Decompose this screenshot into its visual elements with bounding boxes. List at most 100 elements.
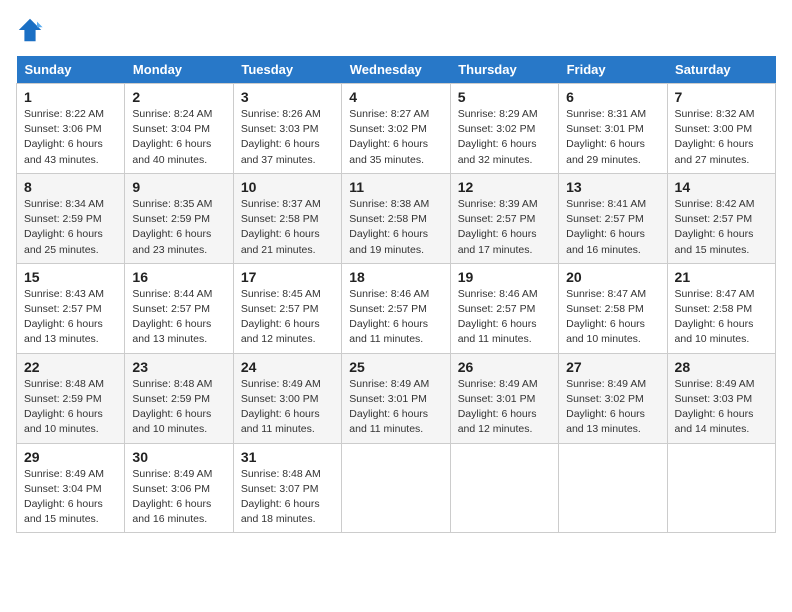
day-info: Sunrise: 8:32 AM Sunset: 3:00 PM Dayligh… <box>675 107 768 168</box>
daylight-label: Daylight: 6 hours and 29 minutes. <box>566 138 645 165</box>
daylight-label: Daylight: 6 hours and 21 minutes. <box>241 228 320 255</box>
logo <box>16 16 48 44</box>
calendar-week-5: 29 Sunrise: 8:49 AM Sunset: 3:04 PM Dayl… <box>17 443 776 533</box>
day-info: Sunrise: 8:46 AM Sunset: 2:57 PM Dayligh… <box>349 287 442 348</box>
day-number: 20 <box>566 269 659 285</box>
column-header-monday: Monday <box>125 56 233 84</box>
sunset-label: Sunset: 2:57 PM <box>458 303 536 315</box>
daylight-label: Daylight: 6 hours and 10 minutes. <box>675 318 754 345</box>
calendar-day-5: 5 Sunrise: 8:29 AM Sunset: 3:02 PM Dayli… <box>450 84 558 174</box>
sunset-label: Sunset: 3:06 PM <box>24 123 102 135</box>
daylight-label: Daylight: 6 hours and 32 minutes. <box>458 138 537 165</box>
day-number: 23 <box>132 359 225 375</box>
calendar-day-23: 23 Sunrise: 8:48 AM Sunset: 2:59 PM Dayl… <box>125 353 233 443</box>
day-info: Sunrise: 8:31 AM Sunset: 3:01 PM Dayligh… <box>566 107 659 168</box>
sunset-label: Sunset: 2:57 PM <box>132 303 210 315</box>
sunset-label: Sunset: 3:00 PM <box>241 393 319 405</box>
sunset-label: Sunset: 3:06 PM <box>132 483 210 495</box>
sunrise-label: Sunrise: 8:34 AM <box>24 198 104 210</box>
day-info: Sunrise: 8:39 AM Sunset: 2:57 PM Dayligh… <box>458 197 551 258</box>
column-header-tuesday: Tuesday <box>233 56 341 84</box>
daylight-label: Daylight: 6 hours and 16 minutes. <box>132 498 211 525</box>
calendar-day-26: 26 Sunrise: 8:49 AM Sunset: 3:01 PM Dayl… <box>450 353 558 443</box>
calendar-day-7: 7 Sunrise: 8:32 AM Sunset: 3:00 PM Dayli… <box>667 84 775 174</box>
sunset-label: Sunset: 2:57 PM <box>241 303 319 315</box>
sunrise-label: Sunrise: 8:39 AM <box>458 198 538 210</box>
sunset-label: Sunset: 2:58 PM <box>675 303 753 315</box>
sunrise-label: Sunrise: 8:47 AM <box>675 288 755 300</box>
day-info: Sunrise: 8:34 AM Sunset: 2:59 PM Dayligh… <box>24 197 117 258</box>
daylight-label: Daylight: 6 hours and 18 minutes. <box>241 498 320 525</box>
sunset-label: Sunset: 3:04 PM <box>24 483 102 495</box>
day-number: 14 <box>675 179 768 195</box>
day-number: 5 <box>458 89 551 105</box>
daylight-label: Daylight: 6 hours and 27 minutes. <box>675 138 754 165</box>
day-number: 2 <box>132 89 225 105</box>
sunset-label: Sunset: 3:01 PM <box>349 393 427 405</box>
sunset-label: Sunset: 3:01 PM <box>458 393 536 405</box>
sunrise-label: Sunrise: 8:31 AM <box>566 108 646 120</box>
sunrise-label: Sunrise: 8:32 AM <box>675 108 755 120</box>
calendar-day-22: 22 Sunrise: 8:48 AM Sunset: 2:59 PM Dayl… <box>17 353 125 443</box>
day-info: Sunrise: 8:45 AM Sunset: 2:57 PM Dayligh… <box>241 287 334 348</box>
daylight-label: Daylight: 6 hours and 37 minutes. <box>241 138 320 165</box>
day-number: 25 <box>349 359 442 375</box>
calendar-body: 1 Sunrise: 8:22 AM Sunset: 3:06 PM Dayli… <box>17 84 776 533</box>
calendar-day-18: 18 Sunrise: 8:46 AM Sunset: 2:57 PM Dayl… <box>342 263 450 353</box>
sunset-label: Sunset: 3:02 PM <box>566 393 644 405</box>
sunset-label: Sunset: 3:03 PM <box>675 393 753 405</box>
sunset-label: Sunset: 2:57 PM <box>24 303 102 315</box>
daylight-label: Daylight: 6 hours and 11 minutes. <box>349 408 428 435</box>
sunset-label: Sunset: 3:03 PM <box>241 123 319 135</box>
daylight-label: Daylight: 6 hours and 12 minutes. <box>241 318 320 345</box>
day-number: 24 <box>241 359 334 375</box>
sunset-label: Sunset: 3:07 PM <box>241 483 319 495</box>
sunset-label: Sunset: 2:58 PM <box>566 303 644 315</box>
sunset-label: Sunset: 2:59 PM <box>24 393 102 405</box>
calendar-week-1: 1 Sunrise: 8:22 AM Sunset: 3:06 PM Dayli… <box>17 84 776 174</box>
logo-icon <box>16 16 44 44</box>
calendar-day-27: 27 Sunrise: 8:49 AM Sunset: 3:02 PM Dayl… <box>559 353 667 443</box>
sunset-label: Sunset: 2:58 PM <box>241 213 319 225</box>
day-number: 21 <box>675 269 768 285</box>
daylight-label: Daylight: 6 hours and 35 minutes. <box>349 138 428 165</box>
sunrise-label: Sunrise: 8:38 AM <box>349 198 429 210</box>
day-info: Sunrise: 8:49 AM Sunset: 3:00 PM Dayligh… <box>241 377 334 438</box>
column-header-wednesday: Wednesday <box>342 56 450 84</box>
sunset-label: Sunset: 3:01 PM <box>566 123 644 135</box>
day-info: Sunrise: 8:29 AM Sunset: 3:02 PM Dayligh… <box>458 107 551 168</box>
daylight-label: Daylight: 6 hours and 19 minutes. <box>349 228 428 255</box>
sunrise-label: Sunrise: 8:49 AM <box>241 378 321 390</box>
sunset-label: Sunset: 3:02 PM <box>349 123 427 135</box>
sunrise-label: Sunrise: 8:46 AM <box>458 288 538 300</box>
calendar-day-2: 2 Sunrise: 8:24 AM Sunset: 3:04 PM Dayli… <box>125 84 233 174</box>
sunrise-label: Sunrise: 8:45 AM <box>241 288 321 300</box>
day-number: 28 <box>675 359 768 375</box>
day-info: Sunrise: 8:48 AM Sunset: 3:07 PM Dayligh… <box>241 467 334 528</box>
calendar-day-19: 19 Sunrise: 8:46 AM Sunset: 2:57 PM Dayl… <box>450 263 558 353</box>
sunrise-label: Sunrise: 8:42 AM <box>675 198 755 210</box>
day-number: 27 <box>566 359 659 375</box>
daylight-label: Daylight: 6 hours and 25 minutes. <box>24 228 103 255</box>
sunset-label: Sunset: 3:04 PM <box>132 123 210 135</box>
sunset-label: Sunset: 2:58 PM <box>349 213 427 225</box>
sunset-label: Sunset: 2:57 PM <box>458 213 536 225</box>
day-number: 15 <box>24 269 117 285</box>
day-info: Sunrise: 8:47 AM Sunset: 2:58 PM Dayligh… <box>566 287 659 348</box>
day-number: 3 <box>241 89 334 105</box>
sunrise-label: Sunrise: 8:26 AM <box>241 108 321 120</box>
page-header <box>16 16 776 44</box>
sunrise-label: Sunrise: 8:49 AM <box>675 378 755 390</box>
calendar-day-31: 31 Sunrise: 8:48 AM Sunset: 3:07 PM Dayl… <box>233 443 341 533</box>
calendar-day-1: 1 Sunrise: 8:22 AM Sunset: 3:06 PM Dayli… <box>17 84 125 174</box>
day-info: Sunrise: 8:49 AM Sunset: 3:04 PM Dayligh… <box>24 467 117 528</box>
day-number: 16 <box>132 269 225 285</box>
day-info: Sunrise: 8:27 AM Sunset: 3:02 PM Dayligh… <box>349 107 442 168</box>
sunrise-label: Sunrise: 8:49 AM <box>566 378 646 390</box>
day-info: Sunrise: 8:49 AM Sunset: 3:02 PM Dayligh… <box>566 377 659 438</box>
sunrise-label: Sunrise: 8:43 AM <box>24 288 104 300</box>
daylight-label: Daylight: 6 hours and 40 minutes. <box>132 138 211 165</box>
sunrise-label: Sunrise: 8:22 AM <box>24 108 104 120</box>
calendar-day-3: 3 Sunrise: 8:26 AM Sunset: 3:03 PM Dayli… <box>233 84 341 174</box>
sunset-label: Sunset: 2:57 PM <box>566 213 644 225</box>
